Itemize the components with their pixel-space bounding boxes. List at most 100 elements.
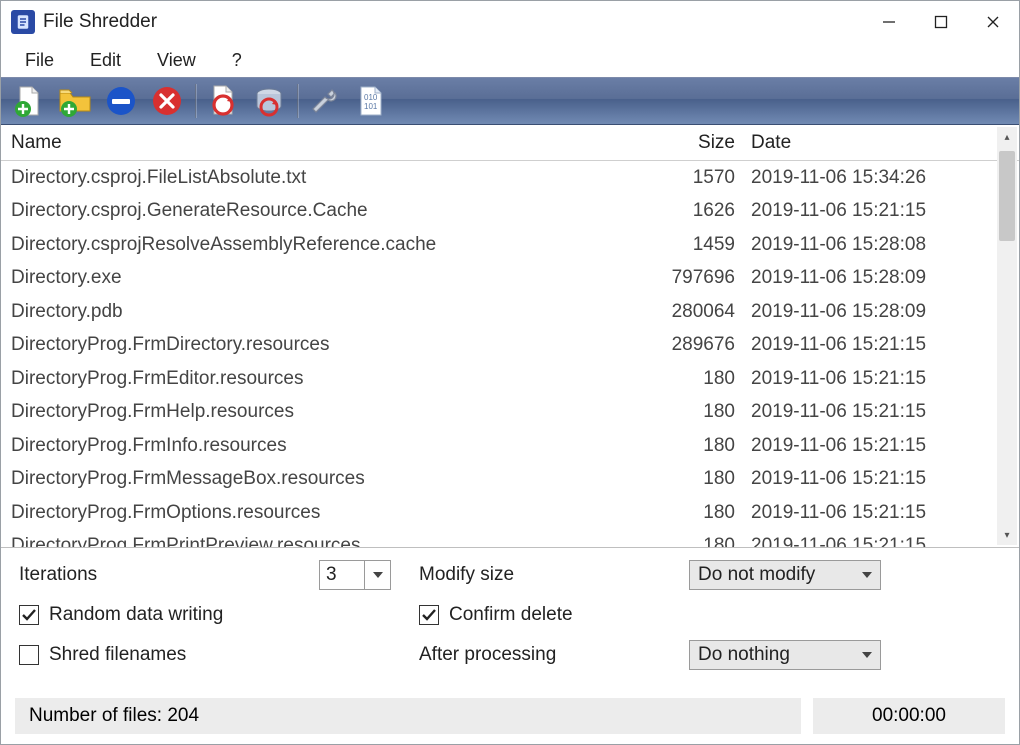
svg-text:010: 010: [364, 93, 378, 102]
menubar: File Edit View ?: [1, 43, 1019, 77]
add-file-button[interactable]: [7, 81, 51, 121]
titlebar: File Shredder: [1, 1, 1019, 43]
chevron-down-icon[interactable]: [854, 561, 880, 589]
table-row[interactable]: DirectoryProg.FrmOptions.resources180201…: [1, 496, 997, 530]
cell-date: 2019-11-06 15:21:15: [747, 334, 997, 356]
modify-size-combo[interactable]: Do not modify: [689, 560, 881, 590]
cell-size: 1626: [627, 200, 747, 222]
cell-date: 2019-11-06 15:21:15: [747, 368, 997, 390]
table-row[interactable]: Directory.csprojResolveAssemblyReference…: [1, 228, 997, 262]
vertical-scrollbar[interactable]: ▴ ▾: [997, 127, 1017, 545]
cell-size: 280064: [627, 301, 747, 323]
random-writing-checkbox[interactable]: Random data writing: [19, 604, 223, 626]
iterations-label: Iterations: [19, 564, 319, 586]
confirm-delete-label: Confirm delete: [449, 604, 573, 626]
table-row[interactable]: DirectoryProg.FrmPrintPreview.resources1…: [1, 530, 997, 548]
shred-filenames-checkbox[interactable]: Shred filenames: [19, 644, 186, 666]
checkbox-checked-icon: [19, 605, 39, 625]
iterations-value: 3: [320, 564, 364, 586]
refresh-file-button[interactable]: [201, 81, 245, 121]
chevron-down-icon[interactable]: [364, 561, 390, 589]
table-row[interactable]: DirectoryProg.FrmMessageBox.resources180…: [1, 463, 997, 497]
svg-text:101: 101: [364, 102, 378, 111]
menu-edit[interactable]: Edit: [72, 46, 139, 75]
table-row[interactable]: DirectoryProg.FrmInfo.resources1802019-1…: [1, 429, 997, 463]
remove-item-button[interactable]: [99, 81, 143, 121]
checkbox-unchecked-icon: [19, 645, 39, 665]
cell-date: 2019-11-06 15:28:09: [747, 267, 997, 289]
confirm-delete-checkbox[interactable]: Confirm delete: [419, 604, 573, 626]
scroll-down-icon[interactable]: ▾: [997, 525, 1017, 545]
table-row[interactable]: DirectoryProg.FrmHelp.resources1802019-1…: [1, 396, 997, 430]
cell-name: Directory.csprojResolveAssemblyReference…: [1, 234, 627, 256]
cell-date: 2019-11-06 15:21:15: [747, 468, 997, 490]
cell-date: 2019-11-06 15:21:15: [747, 502, 997, 524]
cell-size: 180: [627, 368, 747, 390]
after-processing-combo[interactable]: Do nothing: [689, 640, 881, 670]
column-size[interactable]: Size: [627, 132, 747, 154]
app-window: File Shredder File Edit View ?: [0, 0, 1020, 745]
cell-size: 797696: [627, 267, 747, 289]
column-headers: Name Size Date: [1, 125, 1019, 161]
cell-date: 2019-11-06 15:28:08: [747, 234, 997, 256]
menu-help[interactable]: ?: [214, 46, 260, 75]
toolbar-separator: [195, 84, 197, 118]
cell-name: Directory.exe: [1, 267, 627, 289]
after-processing-value: Do nothing: [690, 644, 854, 666]
after-processing-label: After processing: [419, 644, 689, 666]
settings-button[interactable]: [303, 81, 347, 121]
table-row[interactable]: DirectoryProg.FrmDirectory.resources2896…: [1, 329, 997, 363]
close-button[interactable]: [967, 1, 1019, 43]
minimize-button[interactable]: [863, 1, 915, 43]
delete-item-button[interactable]: [145, 81, 189, 121]
cell-name: Directory.pdb: [1, 301, 627, 323]
cell-size: 180: [627, 435, 747, 457]
app-icon: [11, 10, 35, 34]
menu-view[interactable]: View: [139, 46, 214, 75]
file-list: Name Size Date Directory.csproj.FileList…: [1, 125, 1019, 548]
checkbox-checked-icon: [419, 605, 439, 625]
modify-size-label: Modify size: [419, 564, 689, 586]
binary-view-button[interactable]: 010101: [349, 81, 393, 121]
window-title: File Shredder: [43, 11, 863, 33]
cell-name: DirectoryProg.FrmEditor.resources: [1, 368, 627, 390]
scroll-up-icon[interactable]: ▴: [997, 127, 1017, 147]
cell-size: 180: [627, 502, 747, 524]
random-writing-label: Random data writing: [49, 604, 223, 626]
menu-file[interactable]: File: [7, 46, 72, 75]
shred-filenames-label: Shred filenames: [49, 644, 186, 666]
modify-size-value: Do not modify: [690, 564, 854, 586]
cell-size: 289676: [627, 334, 747, 356]
table-row[interactable]: Directory.pdb2800642019-11-06 15:28:09: [1, 295, 997, 329]
table-row[interactable]: Directory.csproj.GenerateResource.Cache1…: [1, 195, 997, 229]
table-row[interactable]: DirectoryProg.FrmEditor.resources1802019…: [1, 362, 997, 396]
cell-name: DirectoryProg.FrmDirectory.resources: [1, 334, 627, 356]
cell-size: 1570: [627, 167, 747, 189]
statusbar: Number of files: 204 00:00:00: [1, 690, 1019, 744]
table-row[interactable]: Directory.csproj.FileListAbsolute.txt157…: [1, 161, 997, 195]
cell-name: DirectoryProg.FrmInfo.resources: [1, 435, 627, 457]
cell-size: 180: [627, 401, 747, 423]
cell-size: 180: [627, 468, 747, 490]
file-list-body: Directory.csproj.FileListAbsolute.txt157…: [1, 161, 1019, 547]
column-date[interactable]: Date: [747, 132, 997, 154]
cell-date: 2019-11-06 15:28:09: [747, 301, 997, 323]
chevron-down-icon[interactable]: [854, 641, 880, 669]
cell-date: 2019-11-06 15:21:15: [747, 200, 997, 222]
cell-name: Directory.csproj.FileListAbsolute.txt: [1, 167, 627, 189]
cell-date: 2019-11-06 15:34:26: [747, 167, 997, 189]
iterations-spinner[interactable]: 3: [319, 560, 391, 590]
cell-name: DirectoryProg.FrmPrintPreview.resources: [1, 535, 627, 547]
cell-date: 2019-11-06 15:21:15: [747, 435, 997, 457]
scroll-thumb[interactable]: [999, 151, 1015, 241]
options-panel: Iterations 3 Modify size Do not modify R…: [1, 548, 1019, 690]
cell-date: 2019-11-06 15:21:15: [747, 535, 997, 547]
column-name[interactable]: Name: [1, 132, 627, 154]
toolbar: 010101: [1, 77, 1019, 125]
cell-date: 2019-11-06 15:21:15: [747, 401, 997, 423]
add-folder-button[interactable]: [53, 81, 97, 121]
maximize-button[interactable]: [915, 1, 967, 43]
table-row[interactable]: Directory.exe7976962019-11-06 15:28:09: [1, 262, 997, 296]
refresh-disk-button[interactable]: [247, 81, 291, 121]
toolbar-separator: [297, 84, 299, 118]
